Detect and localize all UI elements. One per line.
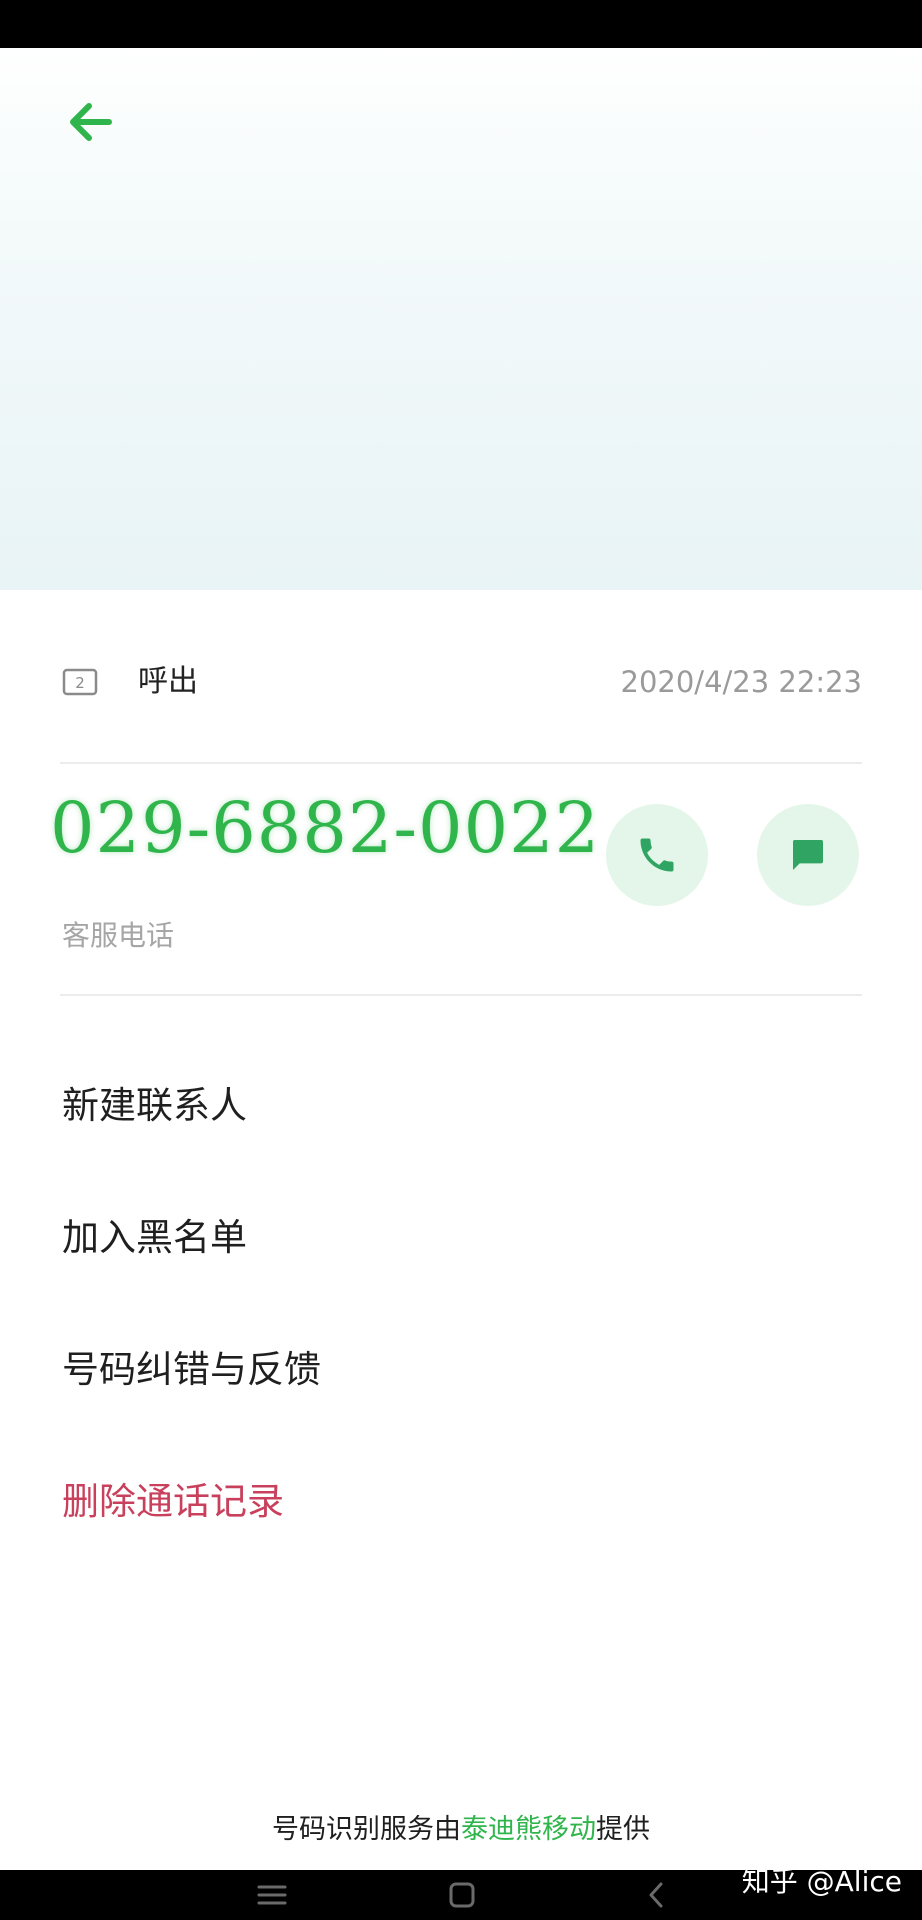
message-button[interactable]: [757, 804, 859, 906]
number-feedback-item[interactable]: 号码纠错与反馈: [62, 1344, 321, 1396]
number-tag-label: 客服电话: [62, 919, 175, 952]
footer-suffix: 提供: [596, 1814, 650, 1845]
back-button[interactable]: [58, 90, 122, 154]
phone-icon: [640, 838, 674, 872]
home-button[interactable]: [442, 1870, 482, 1920]
call-detail-screen: 2 呼出 2020/4/23 22:23 029-6882-0022 客服电话 …: [0, 48, 922, 1870]
caller-id-provider-note: 号码识别服务由泰迪熊移动提供: [0, 1812, 922, 1848]
add-to-blacklist-item[interactable]: 加入黑名单: [62, 1212, 247, 1264]
svg-text:2: 2: [75, 674, 85, 692]
divider: [60, 994, 862, 996]
call-datetime: 2020/4/23 22:23: [620, 665, 863, 699]
menu-icon: [257, 1885, 287, 1905]
arrow-left-icon: [70, 103, 112, 141]
call-button[interactable]: [606, 804, 708, 906]
delete-call-log-item[interactable]: 删除通话记录: [62, 1476, 284, 1528]
home-square-icon: [449, 1882, 475, 1908]
call-info-row: 2 呼出 2020/4/23 22:23: [62, 660, 862, 708]
new-contact-item[interactable]: 新建联系人: [62, 1080, 247, 1132]
message-icon: [793, 840, 823, 870]
footer-prefix: 号码识别服务由: [272, 1814, 461, 1845]
watermark: 知乎 @Alice: [741, 1865, 902, 1898]
call-type-label: 呼出: [138, 664, 198, 699]
provider-link[interactable]: 泰迪熊移动: [461, 1814, 596, 1845]
phone-number: 029-6882-0022: [50, 787, 601, 869]
divider: [60, 762, 862, 764]
back-chevron-icon: [649, 1882, 663, 1908]
nav-back-button[interactable]: [640, 1870, 672, 1920]
menu-button[interactable]: [250, 1870, 294, 1920]
sim-2-icon: 2: [62, 668, 98, 696]
header-background: [0, 48, 922, 590]
